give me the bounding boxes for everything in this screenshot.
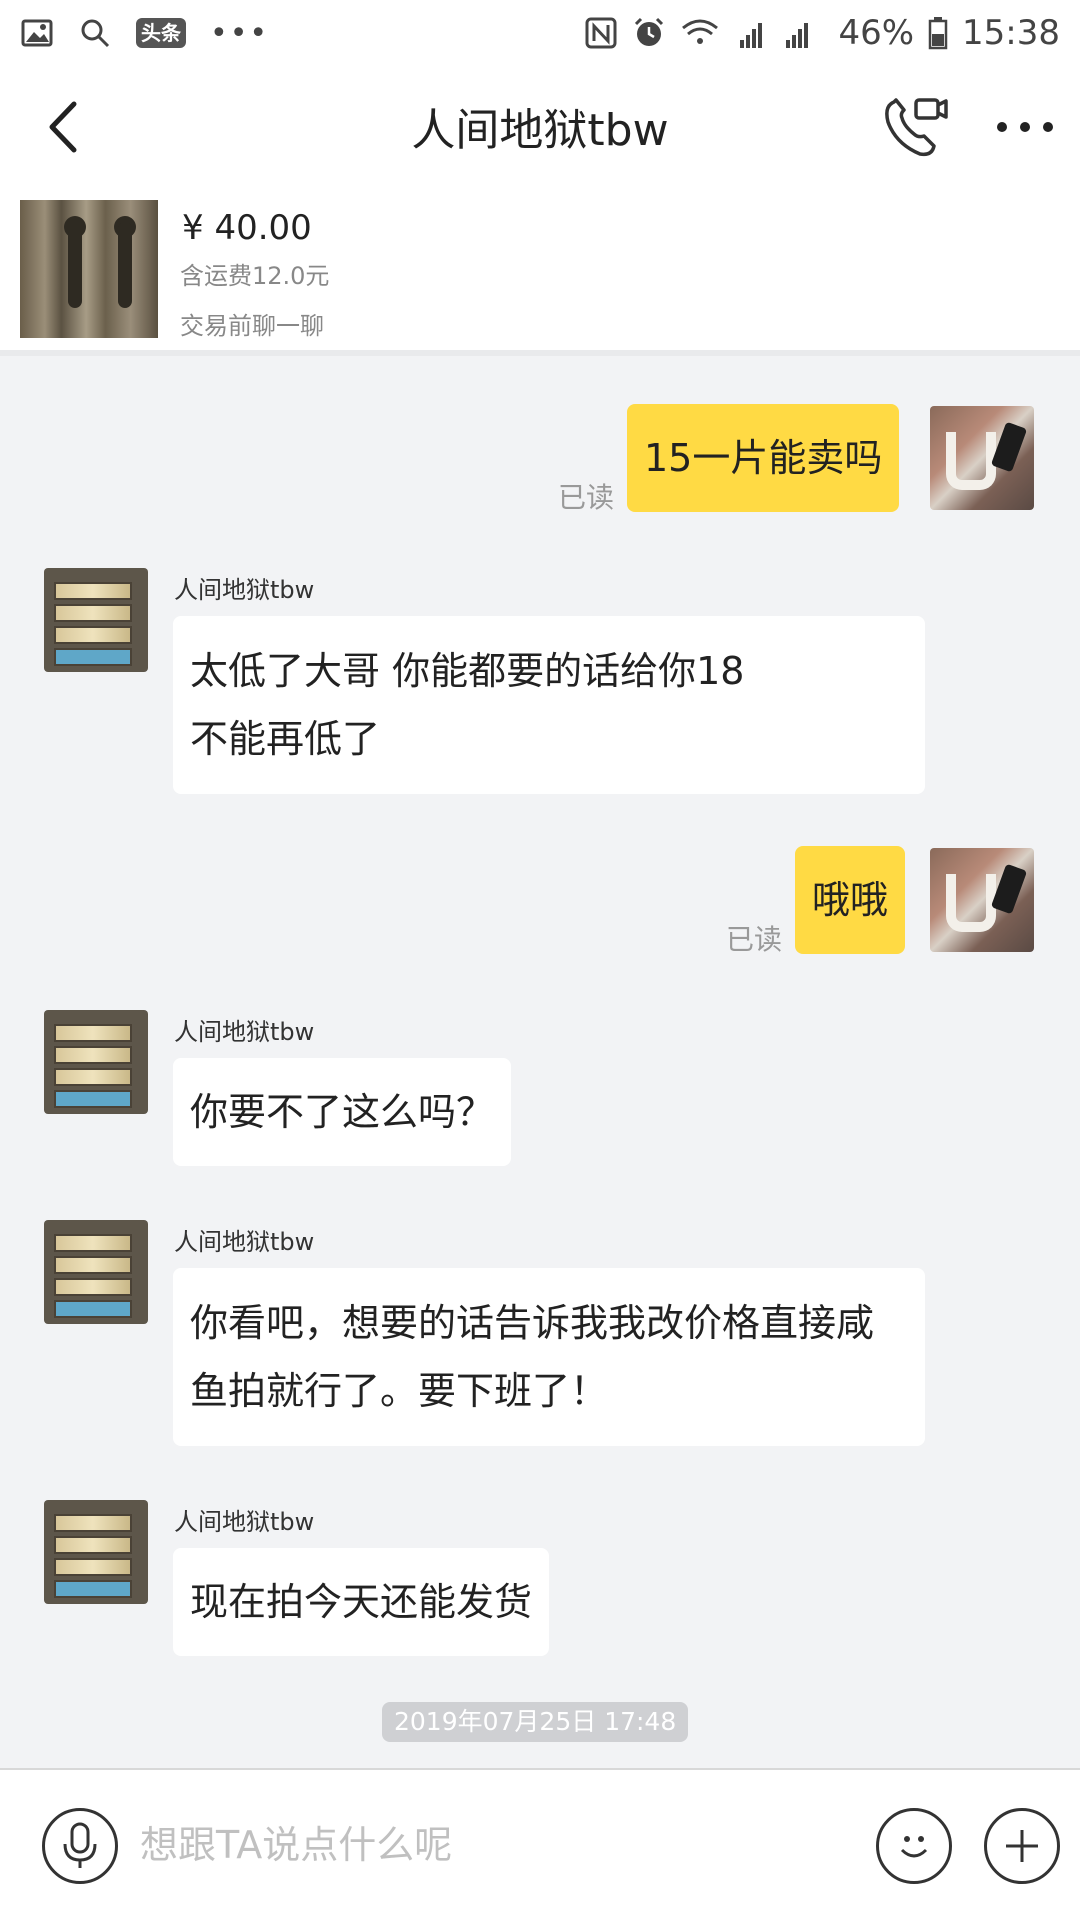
sender-name: 人间地狱tbw [174,1228,315,1256]
contact-avatar[interactable] [44,1500,148,1604]
status-bar: 头条 ••• 46% 15:38 [0,0,1080,66]
sender-name: 人间地狱tbw [174,1018,315,1046]
read-status: 已读 [558,481,615,514]
sender-name: 人间地狱tbw [174,1508,315,1536]
alarm-icon [635,17,664,46]
my-avatar[interactable] [930,406,1034,510]
message-line: 鱼拍就行了。要下班了！ [190,1369,609,1413]
message-bubble-sent[interactable]: 哦哦 [795,846,906,954]
image-icon [21,19,53,47]
plus-icon [1006,1830,1038,1862]
message-line: 不能再低了 [190,717,381,761]
contact-avatar[interactable] [44,1010,148,1114]
nav-bar: 人间地狱tbw [0,66,1080,188]
product-price: ¥ 40.00 [182,208,312,248]
message-input[interactable] [140,1810,860,1880]
smiley-icon [900,1836,928,1858]
message-bubble-received[interactable]: 你要不了这么吗？ [173,1058,512,1166]
clock: 15:38 [962,13,1060,53]
message-bubble-received[interactable]: 太低了大哥 你能都要的话给你18 不能再低了 [173,616,925,794]
chat-hint: 交易前聊一聊 [180,312,324,340]
emoji-button[interactable] [876,1808,952,1884]
message-line: 你看吧，想要的话告诉我我改价格直接咸 [190,1301,875,1345]
battery-icon [928,17,948,50]
message-bubble-received[interactable]: 现在拍今天还能发货 [173,1548,550,1656]
back-arrow-icon[interactable] [40,96,100,158]
toutiao-icon: 头条 [136,18,186,48]
message-bubble-sent[interactable]: 15一片能卖吗 [627,404,900,512]
read-status: 已读 [726,923,783,956]
more-options-icon[interactable] [990,102,1060,152]
contact-avatar[interactable] [44,568,148,672]
nfc-icon [585,17,617,49]
contact-avatar[interactable] [44,1220,148,1324]
add-attachment-button[interactable] [984,1808,1060,1884]
sender-name: 人间地狱tbw [174,576,315,604]
wifi-icon [682,19,719,44]
shipping-fee: 含运费12.0元 [180,262,330,290]
message-line: 现在拍今天还能发货 [190,1580,533,1624]
message-timestamp: 2019年07月25日 17:48 [382,1702,689,1742]
message-bubble-received[interactable]: 你看吧，想要的话告诉我我改价格直接咸 鱼拍就行了。要下班了！ [173,1268,925,1446]
more-dots-icon: ••• [210,15,270,51]
message-line: 太低了大哥 你能都要的话给你18 [190,649,745,693]
battery-percent: 46% [838,13,915,53]
product-thumbnail[interactable] [20,200,158,338]
message-line: 你要不了这么吗？ [190,1090,495,1134]
search-icon [81,19,110,48]
input-bar [0,1768,1080,1920]
microphone-icon [63,1822,97,1868]
signal-icon [740,23,809,48]
product-card[interactable]: ¥ 40.00 含运费12.0元 交易前聊一聊 [0,188,1080,356]
my-avatar[interactable] [930,848,1034,952]
video-call-icon[interactable] [880,92,950,162]
voice-input-button[interactable] [42,1808,118,1884]
